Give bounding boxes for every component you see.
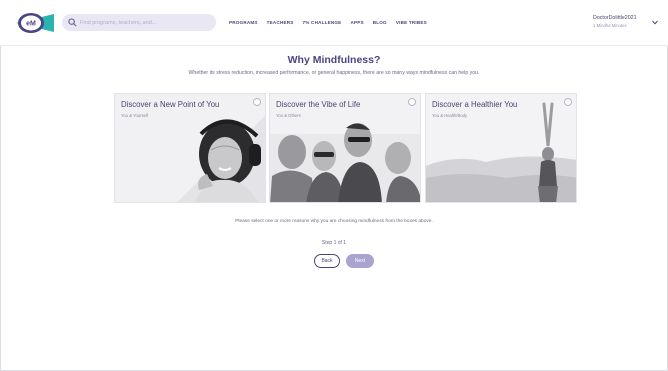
user-mindful-minutes: 1 Mindful Minutes — [593, 23, 627, 28]
nav-teachers[interactable]: TEACHERS — [267, 20, 294, 25]
card-subtitle: You & Health/Body — [432, 113, 467, 118]
card-subtitle: You & Others — [276, 113, 301, 118]
nav-blog[interactable]: BLOG — [373, 20, 387, 25]
reason-card-health[interactable]: Discover a Healthier You You & Health/Bo… — [425, 93, 577, 203]
woman-headphones-photo — [115, 94, 265, 202]
top-header: eM PROGRAMS TEACHERS 7% CHALLENGE APPS B… — [0, 0, 668, 46]
card-title: Discover a Healthier You — [432, 100, 518, 109]
search-input[interactable] — [80, 14, 212, 31]
search-bar[interactable] — [62, 14, 216, 31]
user-menu[interactable]: DoctorDolittle2021 1 Mindful Minutes — [593, 15, 658, 28]
card-title: Discover the Vibe of Life — [276, 100, 361, 109]
step-indicator: Step 1 of 1 — [321, 240, 347, 246]
main-nav: PROGRAMS TEACHERS 7% CHALLENGE APPS BLOG… — [229, 20, 427, 25]
card-subtitle: You & Yourself — [121, 113, 149, 118]
logo-icon[interactable]: eM — [14, 11, 60, 35]
back-button[interactable]: Back — [314, 254, 340, 268]
page-subtitle: Whether its stress reduction, increased … — [188, 70, 480, 76]
logo-text: eM — [26, 21, 36, 28]
next-button[interactable]: Next — [346, 254, 374, 268]
nav-challenge[interactable]: 7% CHALLENGE — [303, 20, 342, 25]
card-title: Discover a New Point of You — [121, 100, 220, 109]
reason-card-yourself[interactable]: Discover a New Point of You You & Yourse… — [114, 93, 266, 203]
page-title: Why Mindfulness? — [287, 54, 381, 66]
select-radio[interactable] — [564, 98, 572, 106]
select-radio[interactable] — [253, 98, 261, 106]
select-radio[interactable] — [408, 98, 416, 106]
selection-instruction: Please select one or more reasons why yo… — [235, 219, 433, 224]
friends-laughing-photo — [270, 94, 420, 202]
woman-stretching-photo — [426, 94, 576, 202]
user-name: DoctorDolittle2021 — [593, 15, 637, 21]
reason-card-others[interactable]: Discover the Vibe of Life You & Others — [269, 93, 421, 203]
nav-vibe-tribes[interactable]: VIBE TRIBES — [396, 20, 427, 25]
search-icon — [68, 18, 77, 27]
nav-apps[interactable]: APPS — [350, 20, 363, 25]
nav-programs[interactable]: PROGRAMS — [229, 20, 258, 25]
chevron-down-icon[interactable] — [652, 20, 658, 25]
